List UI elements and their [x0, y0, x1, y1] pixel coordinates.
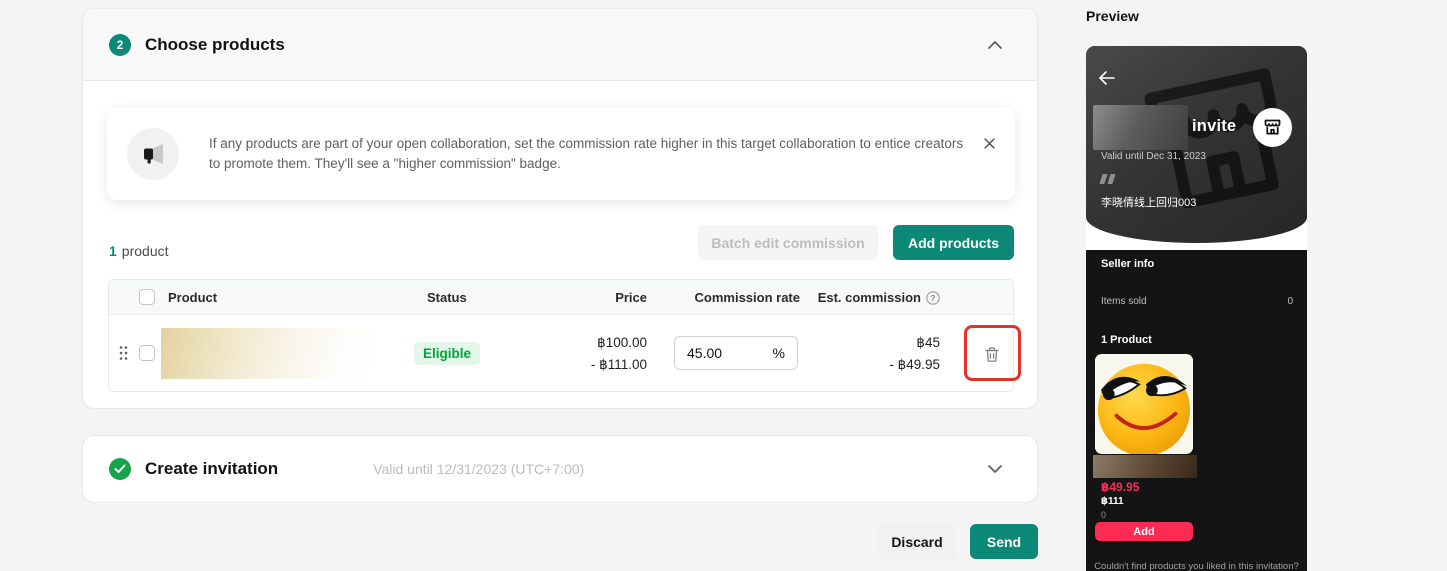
close-icon — [984, 138, 995, 149]
choose-products-panel: 2 Choose products If any products are pa… — [82, 8, 1038, 409]
column-header-status: Status — [427, 280, 467, 315]
step-2-badge: 2 — [109, 34, 131, 56]
batch-edit-commission-button[interactable]: Batch edit commission — [698, 225, 878, 260]
delete-product-button[interactable] — [978, 340, 1006, 368]
preview-original-price: ฿111 — [1101, 496, 1124, 507]
table-row: Eligible ฿100.00 - ฿111.00 % ฿45 - ฿49.9… — [109, 315, 1013, 391]
product-count-label: product — [122, 243, 169, 259]
price-cell: ฿100.00 - ฿111.00 — [527, 332, 647, 376]
step-complete-check-icon — [109, 458, 131, 480]
drag-handle[interactable] — [119, 345, 128, 366]
chevron-down-icon — [987, 464, 1003, 474]
invitation-phone-preview: invite Valid until Dec 31, 2023 李晓倩线上回归0… — [1086, 46, 1307, 571]
expand-section-button[interactable] — [983, 460, 1007, 478]
discard-button[interactable]: Discard — [878, 524, 956, 559]
trash-icon — [984, 346, 1000, 363]
choose-products-title: Choose products — [145, 35, 285, 55]
svg-text:?: ? — [930, 293, 935, 303]
column-header-product: Product — [168, 280, 217, 315]
chevron-up-icon — [987, 40, 1003, 50]
product-count: 1 product — [109, 233, 169, 268]
preview-sold-count: 0 — [1101, 510, 1106, 520]
price-min: ฿100.00 — [527, 332, 647, 354]
preview-product-count: 1 Product — [1101, 334, 1152, 346]
items-sold-label: Items sold — [1101, 296, 1147, 307]
product-thumbnail-blurred — [161, 328, 372, 379]
create-invitation-panel: Create invitation Valid until 12/31/2023… — [82, 435, 1038, 503]
items-sold-value: 0 — [1287, 296, 1293, 307]
collapse-section-button[interactable] — [983, 36, 1007, 54]
banner-text: If any products are part of your open co… — [209, 134, 969, 174]
row-checkbox[interactable] — [139, 345, 155, 361]
column-header-est-commission: Est. commission — [818, 290, 921, 305]
preview-valid-until: Valid until Dec 31, 2023 — [1101, 151, 1206, 162]
est-commission-cell: ฿45 - ฿49.95 — [740, 332, 940, 376]
megaphone-icon — [127, 128, 179, 180]
preview-sale-price: ฿49.95 — [1101, 480, 1139, 494]
products-table: Product Status Price Commission rate Est… — [108, 279, 1014, 392]
product-image-emoji — [1095, 354, 1193, 454]
preview-add-button: Add — [1095, 522, 1193, 541]
back-arrow-icon — [1098, 71, 1115, 85]
product-name-blurred — [1093, 455, 1197, 478]
choose-products-header: 2 Choose products — [83, 9, 1037, 81]
create-invitation-title: Create invitation — [145, 459, 278, 479]
select-all-checkbox[interactable] — [139, 289, 155, 305]
open-collaboration-banner: If any products are part of your open co… — [107, 108, 1015, 200]
preview-title: Preview — [1086, 8, 1139, 24]
est-commission-min: ฿45 — [740, 332, 940, 354]
campaign-name: 李晓倩线上回归003 — [1101, 194, 1196, 210]
send-button[interactable]: Send — [970, 524, 1038, 559]
preview-invite-header: invite Valid until Dec 31, 2023 李晓倩线上回归0… — [1086, 46, 1307, 243]
preview-footer-question: Couldn't find products you liked in this… — [1086, 561, 1307, 571]
quote-mark-icon — [1101, 174, 1114, 184]
seller-name-blurred — [1093, 105, 1188, 150]
items-sold-row: Items sold 0 — [1101, 296, 1293, 307]
validity-text: Valid until 12/31/2023 (UTC+7:00) — [373, 461, 584, 477]
help-circle-icon[interactable]: ? — [926, 291, 940, 305]
banner-close-button[interactable] — [980, 134, 999, 153]
est-commission-max: - ฿49.95 — [740, 354, 940, 376]
store-avatar — [1253, 108, 1292, 147]
products-table-header: Product Status Price Commission rate Est… — [109, 280, 1013, 315]
store-icon — [1262, 117, 1283, 138]
seller-info-heading: Seller info — [1101, 258, 1154, 270]
commission-rate-input[interactable] — [687, 345, 747, 361]
product-count-number: 1 — [109, 243, 117, 259]
price-max: - ฿111.00 — [527, 354, 647, 376]
add-products-button[interactable]: Add products — [893, 225, 1014, 260]
status-badge: Eligible — [414, 342, 480, 365]
invite-text: invite — [1192, 117, 1236, 136]
